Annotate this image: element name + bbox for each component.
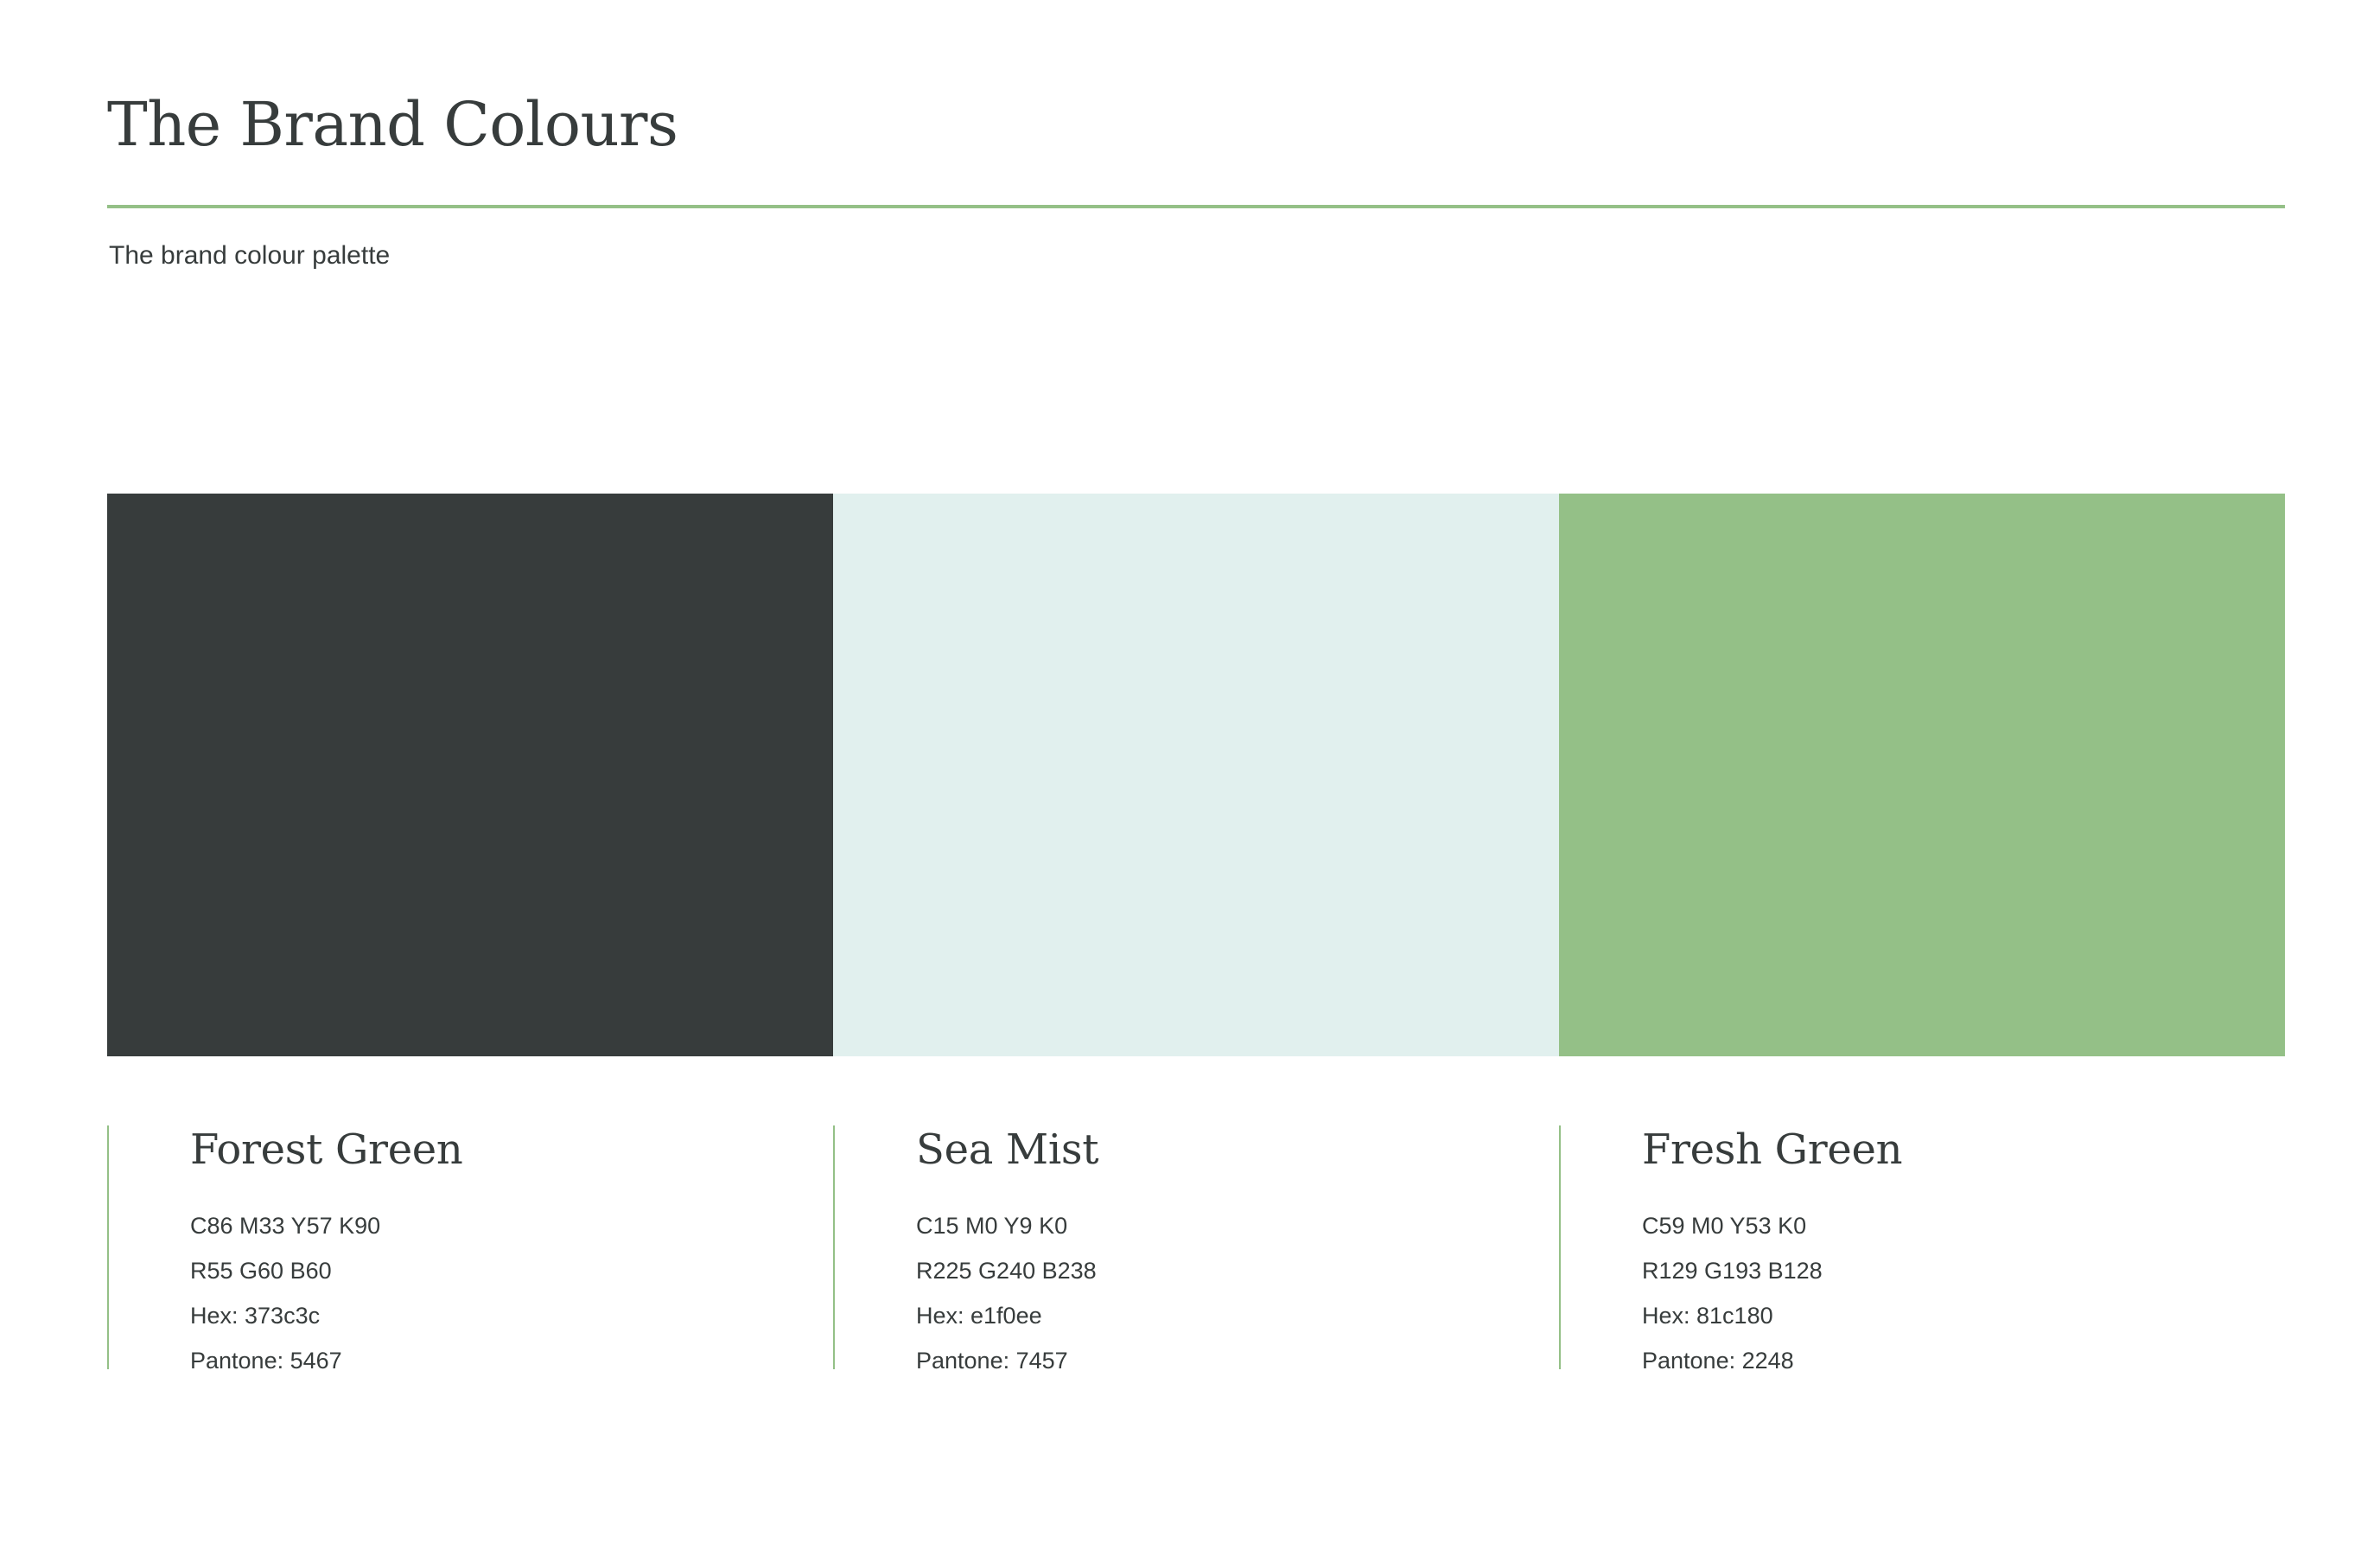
swatch-sea-mist bbox=[833, 494, 1559, 1056]
colour-specs-row: Forest Green C86 M33 Y57 K90 R55 G60 B60… bbox=[107, 1125, 2285, 1374]
colour-name: Fresh Green bbox=[1642, 1125, 1903, 1174]
colour-spec-list: C59 M0 Y53 K0 R129 G193 B128 Hex: 81c180… bbox=[1642, 1203, 1823, 1383]
hex-value: Hex: 373c3c bbox=[190, 1303, 321, 1329]
swatch-row bbox=[107, 494, 2285, 1056]
colour-spec-forest-green: Forest Green C86 M33 Y57 K90 R55 G60 B60… bbox=[107, 1125, 833, 1374]
swatch-forest-green bbox=[107, 494, 833, 1056]
hex-value: Hex: e1f0ee bbox=[916, 1303, 1042, 1329]
colour-spec-sea-mist: Sea Mist C15 M0 Y9 K0 R225 G240 B238 Hex… bbox=[833, 1125, 1559, 1374]
rgb-value: R55 G60 B60 bbox=[190, 1258, 332, 1284]
colour-name: Forest Green bbox=[190, 1125, 463, 1174]
cmyk-value: C86 M33 Y57 K90 bbox=[190, 1213, 381, 1239]
page-subtitle: The brand colour palette bbox=[109, 241, 391, 270]
colour-spec-list: C15 M0 Y9 K0 R225 G240 B238 Hex: e1f0ee … bbox=[916, 1203, 1097, 1383]
rgb-value: R225 G240 B238 bbox=[916, 1258, 1097, 1284]
swatch-fresh-green bbox=[1559, 494, 2285, 1056]
title-divider bbox=[107, 205, 2285, 208]
rgb-value: R129 G193 B128 bbox=[1642, 1258, 1823, 1284]
hex-value: Hex: 81c180 bbox=[1642, 1303, 1773, 1329]
pantone-value: Pantone: 7457 bbox=[916, 1348, 1068, 1374]
cmyk-value: C59 M0 Y53 K0 bbox=[1642, 1213, 1807, 1239]
pantone-value: Pantone: 2248 bbox=[1642, 1348, 1794, 1374]
colour-name: Sea Mist bbox=[916, 1125, 1099, 1174]
page-title: The Brand Colours bbox=[107, 89, 678, 160]
pantone-value: Pantone: 5467 bbox=[190, 1348, 342, 1374]
cmyk-value: C15 M0 Y9 K0 bbox=[916, 1213, 1068, 1239]
colour-spec-list: C86 M33 Y57 K90 R55 G60 B60 Hex: 373c3c … bbox=[190, 1203, 380, 1383]
colour-spec-fresh-green: Fresh Green C59 M0 Y53 K0 R129 G193 B128… bbox=[1559, 1125, 2285, 1374]
